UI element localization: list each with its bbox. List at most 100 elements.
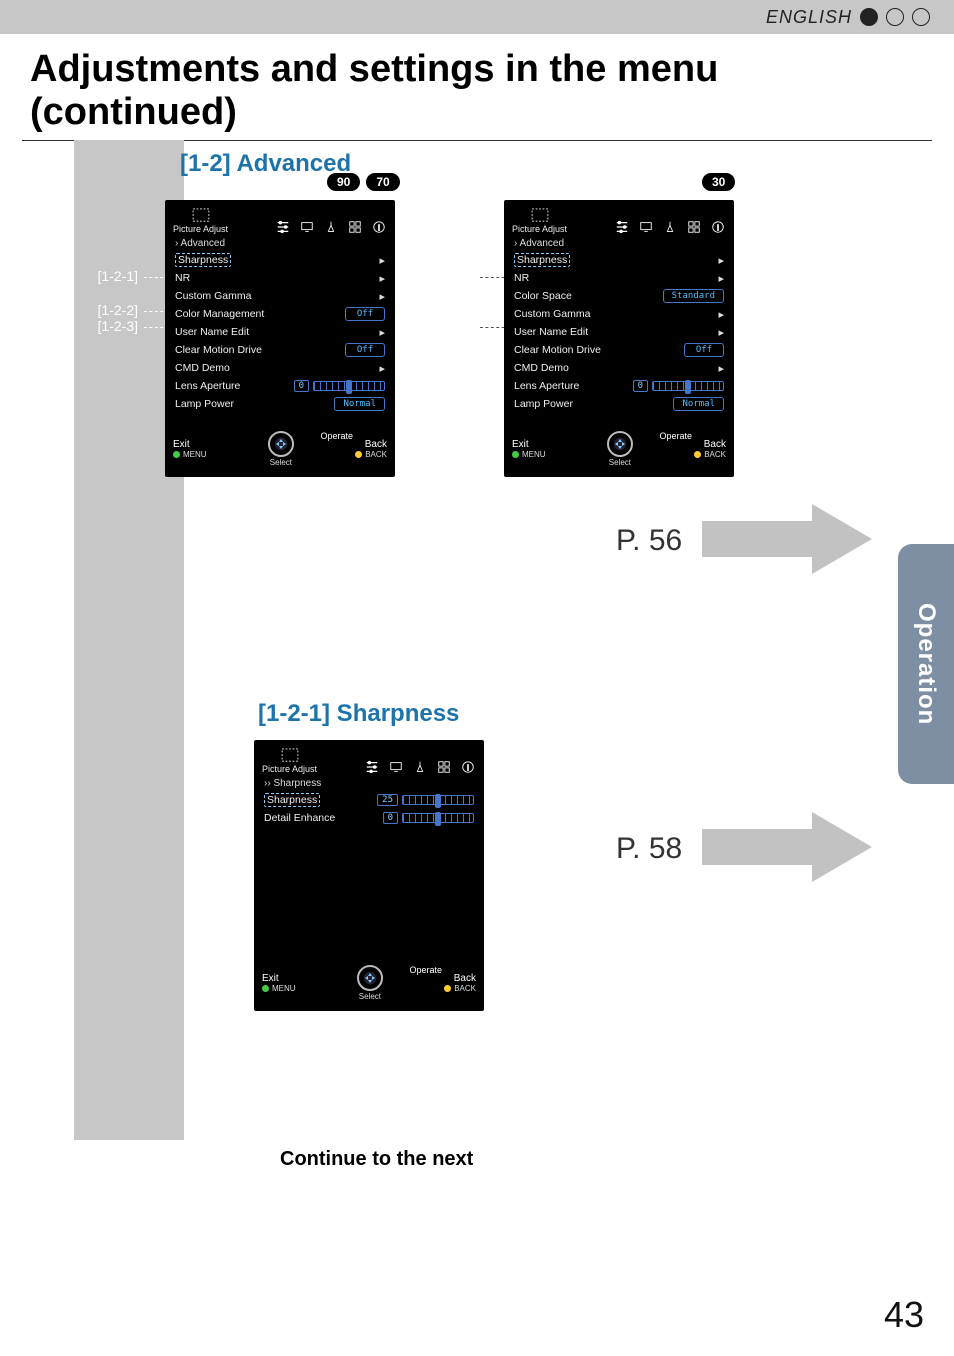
menu-row-label: Lens Aperture bbox=[514, 380, 579, 392]
display-icon[interactable] bbox=[388, 760, 404, 774]
back-button-label[interactable]: BACK bbox=[454, 984, 476, 993]
menu-row-label: NR bbox=[514, 272, 529, 284]
page-ref-56: P. 56 bbox=[616, 524, 682, 558]
exit-label: Exit bbox=[262, 973, 296, 984]
chevron-right-icon: ▸ bbox=[718, 326, 724, 339]
menu-row[interactable]: User Name Edit ▸ bbox=[512, 323, 726, 341]
menu-row[interactable]: Color Space Standard bbox=[512, 287, 726, 305]
value-pill[interactable]: Off bbox=[684, 343, 724, 357]
menu-row[interactable]: Sharpness 25 bbox=[262, 791, 476, 809]
menu-row[interactable]: Lamp PowerNormal bbox=[173, 395, 387, 413]
menu-row[interactable]: Clear Motion Drive Off bbox=[512, 341, 726, 359]
menu-button-label[interactable]: MENU bbox=[183, 450, 207, 459]
menu-row[interactable]: NR▸ bbox=[173, 269, 387, 287]
exit-group: Exit MENU bbox=[512, 439, 546, 459]
nav-ring-icon[interactable] bbox=[357, 965, 383, 991]
display-icon[interactable] bbox=[299, 220, 315, 234]
page-dot-empty bbox=[912, 8, 930, 26]
osd-tab-bar: Picture Adjust i bbox=[262, 748, 476, 774]
operate-label: Operate bbox=[659, 431, 692, 441]
menu-row-label: Clear Motion Drive bbox=[514, 344, 601, 356]
side-tab-operation: Operation bbox=[898, 544, 954, 784]
menu-button-label[interactable]: MENU bbox=[272, 984, 296, 993]
info-icon[interactable]: i bbox=[371, 220, 387, 234]
page-dot-empty bbox=[886, 8, 904, 26]
model-badge: 30 bbox=[702, 173, 735, 191]
nav-ring-icon[interactable] bbox=[268, 431, 294, 457]
grid-icon[interactable] bbox=[686, 220, 702, 234]
page-title: Adjustments and settings in the menu (co… bbox=[0, 34, 954, 140]
tab-picture-adjust[interactable]: Picture Adjust bbox=[173, 208, 228, 234]
menu-row[interactable]: Lamp PowerNormal bbox=[512, 395, 726, 413]
sliders-icon[interactable] bbox=[275, 220, 291, 234]
value-pill[interactable]: Normal bbox=[673, 397, 724, 411]
menu-row-label: Color Management bbox=[175, 308, 264, 320]
info-icon[interactable]: i bbox=[460, 760, 476, 774]
section-1-2-1-heading: [1-2-1] Sharpness bbox=[258, 700, 459, 728]
menu-row[interactable]: Lens Aperture0 bbox=[512, 377, 726, 395]
tool-icon[interactable] bbox=[412, 760, 428, 774]
grid-icon[interactable] bbox=[347, 220, 363, 234]
tool-icon[interactable] bbox=[323, 220, 339, 234]
nav-ring-icon[interactable] bbox=[607, 431, 633, 457]
menu-row[interactable]: CMD Demo▸ bbox=[173, 359, 387, 377]
osd-footer: Exit MENU Select Operate Back BACK bbox=[173, 431, 387, 467]
back-label: Back bbox=[444, 973, 476, 984]
back-button-label[interactable]: BACK bbox=[365, 450, 387, 459]
breadcrumb: › Advanced bbox=[175, 238, 387, 249]
menu-row-label: Sharpness bbox=[264, 793, 320, 807]
info-icon[interactable]: i bbox=[710, 220, 726, 234]
menu-row[interactable]: NR▸ bbox=[512, 269, 726, 287]
menu-row-label: Lens Aperture bbox=[175, 380, 240, 392]
value-pill[interactable]: Off bbox=[345, 307, 385, 321]
callout-r-1-2-1: [1-2-1] bbox=[434, 268, 510, 284]
header-bar: ENGLISH bbox=[0, 0, 954, 34]
menu-row[interactable]: Sharpness▸ bbox=[173, 251, 387, 269]
back-button-label[interactable]: BACK bbox=[704, 450, 726, 459]
value-pill[interactable]: Standard bbox=[663, 289, 724, 303]
menu-row[interactable]: Detail Enhance0 bbox=[262, 809, 476, 827]
svg-text:i: i bbox=[378, 224, 380, 233]
menu-row[interactable]: Lens Aperture 0 bbox=[173, 377, 387, 395]
chevron-right-icon: ▸ bbox=[379, 290, 385, 303]
slider[interactable] bbox=[402, 813, 474, 823]
slider[interactable] bbox=[313, 381, 385, 391]
menu-row[interactable]: Custom Gamma▸ bbox=[512, 305, 726, 323]
menu-row-label: Color Space bbox=[514, 290, 572, 302]
page-dot-filled bbox=[860, 8, 878, 26]
page-number: 43 bbox=[884, 1294, 924, 1336]
value-number: 0 bbox=[294, 380, 309, 392]
led-amber-icon bbox=[694, 451, 701, 458]
arrow-right-icon bbox=[702, 504, 872, 574]
menu-row-label: User Name Edit bbox=[514, 326, 588, 338]
menu-row[interactable]: CMD Demo▸ bbox=[512, 359, 726, 377]
arrow-right-icon bbox=[702, 812, 872, 882]
slider[interactable] bbox=[652, 381, 724, 391]
chevron-right-icon: ▸ bbox=[718, 308, 724, 321]
exit-label: Exit bbox=[173, 439, 207, 450]
menu-button-label[interactable]: MENU bbox=[522, 450, 546, 459]
slider[interactable] bbox=[402, 795, 474, 805]
menu-row[interactable]: Sharpness▸ bbox=[512, 251, 726, 269]
tab-picture-adjust[interactable]: Picture Adjust bbox=[262, 748, 317, 774]
value-pill[interactable]: Off bbox=[345, 343, 385, 357]
chevron-right-icon: ▸ bbox=[379, 362, 385, 375]
sliders-icon[interactable] bbox=[364, 760, 380, 774]
tool-icon[interactable] bbox=[662, 220, 678, 234]
led-green-icon bbox=[512, 451, 519, 458]
menu-row[interactable]: User Name Edit▸ bbox=[173, 323, 387, 341]
tab-picture-adjust[interactable]: Picture Adjust bbox=[512, 208, 567, 234]
display-icon[interactable] bbox=[638, 220, 654, 234]
led-green-icon bbox=[262, 985, 269, 992]
value-pill[interactable]: Normal bbox=[334, 397, 385, 411]
callout-r-1-2-2: [1-2-2] bbox=[434, 318, 510, 334]
select-label: Select bbox=[609, 458, 631, 467]
value-number: 25 bbox=[377, 794, 398, 806]
menu-row[interactable]: Color Management Off bbox=[173, 305, 387, 323]
grid-icon[interactable] bbox=[436, 760, 452, 774]
menu-row[interactable]: Custom Gamma▸ bbox=[173, 287, 387, 305]
osd-footer: Exit MENU Select Operate Back BACK bbox=[262, 965, 476, 1001]
sliders-icon[interactable] bbox=[614, 220, 630, 234]
menu-row[interactable]: Clear Motion DriveOff bbox=[173, 341, 387, 359]
exit-group: Exit MENU bbox=[262, 973, 296, 993]
